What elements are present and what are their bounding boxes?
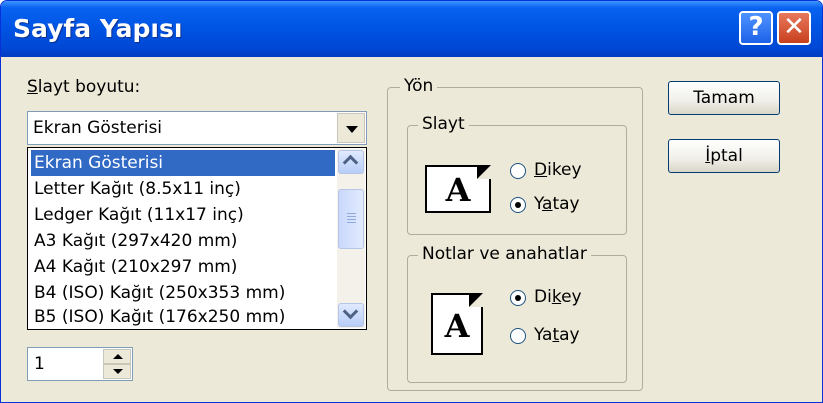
slide-number-spinner[interactable]: 1 [27, 347, 133, 381]
notes-portrait-radio[interactable] [510, 290, 526, 306]
list-item[interactable]: Letter Kağıt (8.5x11 inç) [31, 176, 335, 202]
close-button[interactable]: ✕ [777, 11, 811, 45]
slides-landscape-label[interactable]: Yatay [534, 194, 580, 214]
cancel-button[interactable]: İptal [668, 139, 780, 173]
slide-size-list[interactable]: Ekran Gösterisi Letter Kağıt (8.5x11 inç… [27, 147, 367, 330]
slide-size-selected-value: Ekran Gösterisi [33, 118, 163, 138]
slides-portrait-radio[interactable] [510, 163, 526, 179]
list-item[interactable]: B4 (ISO) Kağıt (250x353 mm) [31, 280, 335, 306]
list-item[interactable]: A3 Kağıt (297x420 mm) [31, 228, 335, 254]
scroll-up-icon[interactable] [338, 150, 364, 174]
dialog-content: Slayt boyutu: Ekran Gösterisi Ekran Göst… [1, 57, 822, 402]
slides-landscape-radio[interactable] [510, 197, 526, 213]
slide-size-label: Slayt boyutu: [27, 77, 141, 97]
slide-size-dropdown[interactable]: Ekran Gösterisi [27, 111, 367, 145]
help-button[interactable]: ? [739, 11, 773, 45]
portrait-page-icon: A [431, 293, 483, 355]
ok-button[interactable]: Tamam [668, 81, 780, 115]
notes-landscape-radio[interactable] [510, 328, 526, 344]
scroll-thumb[interactable] [338, 189, 364, 249]
landscape-page-icon: A [425, 165, 491, 213]
orientation-group-label: Yön [400, 76, 438, 96]
notes-landscape-label[interactable]: Yatay [534, 325, 580, 345]
slides-portrait-label[interactable]: Dikey [534, 160, 582, 180]
list-item[interactable]: A4 Kağıt (210x297 mm) [31, 254, 335, 280]
slides-group-label: Slayt [418, 114, 469, 134]
dialog-title: Sayfa Yapısı [13, 14, 183, 43]
slide-number-value: 1 [34, 354, 45, 374]
dropdown-arrow-icon[interactable] [337, 113, 365, 143]
list-item[interactable]: Ekran Gösterisi [31, 150, 335, 176]
page-setup-dialog: Sayfa Yapısı ? ✕ Slayt boyutu: Ekran Gös… [0, 0, 823, 403]
notes-portrait-label[interactable]: Dikey [534, 287, 582, 307]
list-item[interactable]: B5 (ISO) Kağıt (176x250 mm) [31, 304, 335, 330]
list-scrollbar[interactable] [337, 149, 365, 328]
notes-group-label: Notlar ve anahatlar [418, 244, 591, 264]
spin-down-icon[interactable] [103, 364, 131, 379]
spin-up-icon[interactable] [103, 349, 131, 364]
scroll-down-icon[interactable] [338, 303, 364, 327]
list-item[interactable]: Ledger Kağıt (11x17 inç) [31, 202, 335, 228]
title-bar[interactable]: Sayfa Yapısı ? ✕ [1, 1, 822, 57]
